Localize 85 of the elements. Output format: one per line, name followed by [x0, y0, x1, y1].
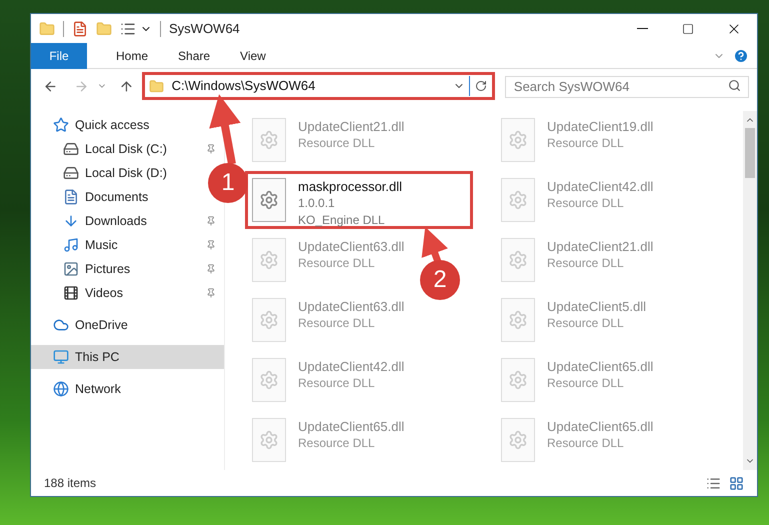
file-detail: Resource DLL — [298, 435, 376, 452]
nav-label: Videos — [85, 284, 123, 302]
address-text: C:\Windows\SysWOW64 — [172, 77, 316, 96]
ribbon-tab[interactable]: View — [225, 42, 281, 68]
nav-item[interactable]: Documents — [63, 185, 148, 209]
nav-item[interactable]: Network — [53, 377, 121, 401]
file-icon — [501, 358, 535, 402]
highlight-frame[interactable]: maskprocessor.dll 1.0.0.1 KO_Engine DLL — [245, 171, 473, 229]
scrollbar[interactable] — [743, 111, 757, 470]
properties-icon[interactable] — [72, 20, 88, 36]
picture-icon — [63, 261, 79, 277]
file-detail: Resource DLL — [298, 375, 376, 392]
file-icon — [252, 178, 286, 222]
file-detail: KO_Engine DLL — [298, 212, 386, 229]
nav-label: Documents — [85, 188, 148, 206]
music-icon — [63, 237, 79, 253]
help-icon[interactable] — [733, 48, 749, 64]
file-icon — [501, 418, 535, 462]
maximize-icon — [682, 22, 694, 34]
nav-label: Local Disk (D:) — [85, 164, 167, 182]
file-detail: Resource DLL — [547, 315, 625, 332]
download-icon — [63, 213, 79, 229]
drive-icon — [63, 165, 79, 181]
file-detail: Resource DLL — [547, 195, 625, 212]
nav-label: Downloads — [85, 212, 147, 230]
customize-icon[interactable] — [120, 20, 136, 36]
nav-item[interactable]: Downloads — [63, 209, 147, 233]
document-icon — [63, 189, 79, 205]
minimize-icon — [636, 28, 648, 29]
file-detail: Resource DLL — [298, 135, 376, 152]
folder-icon — [148, 78, 164, 94]
file-detail: Resource DLL — [547, 375, 625, 392]
search-icon[interactable] — [728, 79, 742, 92]
details-view-icon[interactable] — [706, 476, 721, 490]
file-detail: Resource DLL — [547, 435, 625, 452]
monitor-icon — [53, 349, 69, 365]
film-icon — [63, 285, 79, 301]
file-detail: 1.0.0.1 — [298, 195, 336, 212]
nav-item[interactable]: Videos — [63, 281, 123, 305]
refresh-icon[interactable] — [474, 80, 487, 92]
file-detail: Resource DLL — [298, 255, 376, 272]
item-count: 188 items — [44, 475, 96, 492]
nav-label: Local Disk (C:) — [85, 140, 167, 158]
up-icon[interactable] — [118, 78, 134, 94]
window-title: SysWOW64 — [169, 20, 240, 38]
nav-item[interactable]: Local Disk (D:) — [63, 161, 167, 185]
scrollbar-thumb[interactable] — [745, 128, 755, 178]
file-name[interactable]: maskprocessor.dll — [298, 178, 402, 195]
nav-label: OneDrive — [75, 316, 128, 334]
arrow — [422, 226, 448, 264]
address-field[interactable]: C:\Windows\SysWOW64 — [142, 72, 495, 100]
drive-icon — [63, 141, 79, 157]
cloud-icon — [53, 317, 69, 333]
file-icon — [501, 178, 535, 222]
ribbon-tab[interactable]: File — [31, 42, 87, 68]
nav-label: Network — [75, 380, 121, 398]
ribbon-tab[interactable]: Home — [101, 42, 164, 68]
file-icon — [252, 418, 286, 462]
ribbon-tab[interactable]: Share — [163, 42, 226, 68]
file-detail: Resource DLL — [298, 315, 376, 332]
file-detail: Resource DLL — [547, 255, 625, 272]
file-icon — [252, 358, 286, 402]
nav-label: Quick access — [75, 116, 150, 134]
file-icon — [252, 118, 286, 162]
nav-item[interactable]: This PC — [31, 345, 224, 369]
nav-item[interactable]: Quick access — [53, 113, 150, 137]
file-detail: Resource DLL — [547, 135, 625, 152]
nav-item[interactable]: Local Disk (C:) — [63, 137, 167, 161]
file-icon — [252, 298, 286, 342]
file-icon — [252, 238, 286, 282]
nav-label: This PC — [75, 348, 120, 366]
globe-icon — [53, 381, 69, 397]
search-field[interactable]: Search SysWOW64 — [504, 76, 750, 98]
nav-item[interactable]: Music — [63, 233, 118, 257]
nav-label: Music — [85, 236, 118, 254]
file-icon — [501, 238, 535, 282]
nav-item[interactable]: Pictures — [63, 257, 130, 281]
large-icons-view-icon[interactable] — [729, 476, 744, 490]
file-icon — [501, 118, 535, 162]
star-icon — [53, 117, 69, 133]
nav-item[interactable]: OneDrive — [53, 313, 128, 337]
arrow — [209, 94, 241, 165]
nav-label: Pictures — [85, 260, 130, 278]
back-icon[interactable] — [43, 78, 58, 94]
file-icon — [501, 298, 535, 342]
